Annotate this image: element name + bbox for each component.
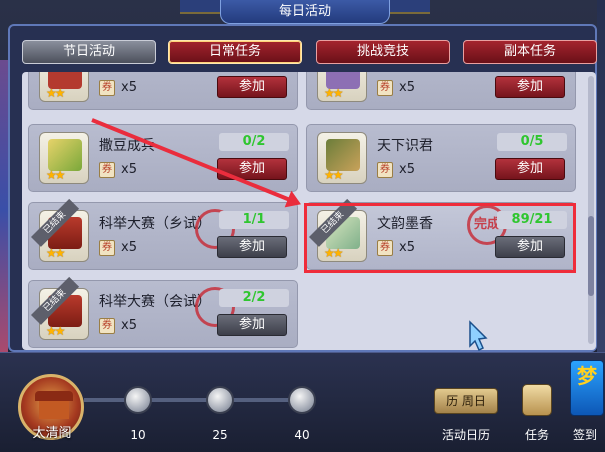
bean-soldier-icon	[48, 139, 82, 171]
palace-body-icon	[39, 401, 69, 419]
task-card-keju-hui: ★★ 已结束 科举大赛（会试） 2/2 券 x5 参加	[28, 276, 298, 348]
reward-count: x5	[399, 162, 415, 177]
task-progress: 1/1	[219, 211, 289, 229]
milestone-chest-25[interactable]	[206, 386, 234, 414]
reward-count: x5	[121, 240, 137, 255]
reward-count: x5	[121, 80, 137, 95]
window-title: 每日活动	[220, 0, 390, 24]
task-icon: ★★	[317, 72, 367, 102]
milestone-label: 10	[130, 428, 146, 442]
ticket-icon: 券	[99, 240, 115, 256]
scrollbar-thumb[interactable]	[588, 216, 594, 296]
ticket-icon: 券	[99, 318, 115, 334]
ticket-icon: 券	[99, 162, 115, 178]
task-progress: 2/2	[219, 289, 289, 307]
milestone-chest-10[interactable]	[124, 386, 152, 414]
star-rating: ★★	[46, 168, 65, 182]
reward-count: x5	[121, 318, 137, 333]
left-edge-decoration	[0, 60, 8, 360]
task-icon: ★★	[39, 72, 89, 102]
star-rating: ★★	[324, 86, 343, 100]
tab-festival[interactable]: 节日活动	[22, 40, 156, 64]
join-button[interactable]: 参加	[495, 76, 565, 98]
title-wing-left	[180, 0, 220, 14]
task-name: 撒豆成兵	[99, 138, 155, 154]
ticket-icon: 券	[99, 80, 115, 96]
milestone-label: 40	[294, 428, 310, 442]
task-label[interactable]: 任务	[518, 426, 556, 443]
task-card: ★★ 券 x5 参加	[28, 72, 298, 110]
signin-label[interactable]: 签到	[566, 426, 604, 443]
reward-count: x5	[399, 80, 415, 95]
scrollbar[interactable]	[588, 76, 594, 344]
task-progress: 0/2	[219, 133, 289, 151]
task-icon: ★★	[317, 132, 367, 184]
calendar-icon[interactable]: 历 周日	[434, 388, 498, 414]
task-progress: 0/5	[497, 133, 567, 151]
task-card-sadou: ★★ 撒豆成兵 0/2 券 x5 参加	[28, 124, 298, 192]
scholar-hat-icon	[326, 139, 360, 171]
calendar-label[interactable]: 活动日历	[428, 426, 504, 443]
milestone-label: 25	[212, 428, 228, 442]
star-rating: ★★	[324, 168, 343, 182]
join-button[interactable]: 参加	[217, 314, 287, 336]
game-screen: 每日活动 节日活动 日常任务 挑战竞技 副本任务 ★★ 券 x5 参加 ★★ 券…	[0, 0, 605, 452]
signin-icon[interactable]: 梦	[570, 360, 604, 416]
palace-label: 太清阁	[32, 426, 72, 441]
palace-roof-icon	[35, 391, 73, 401]
title-wing-right	[390, 0, 430, 14]
tab-dungeon[interactable]: 副本任务	[463, 40, 597, 64]
star-rating: ★★	[46, 86, 65, 100]
milestone-chest-40[interactable]	[288, 386, 316, 414]
task-card-tianxia: ★★ 天下识君 0/5 券 x5 参加	[306, 124, 576, 192]
cursor-pointer-icon	[469, 320, 488, 352]
join-button[interactable]: 参加	[217, 76, 287, 98]
task-name: 天下识君	[377, 138, 433, 154]
task-card: ★★ 券 x5 参加	[306, 72, 576, 110]
task-card-keju-xiang: ★★ 已结束 科举大赛（乡试） 1/1 券 x5 参加	[28, 198, 298, 270]
highlight-box	[304, 203, 576, 273]
tab-daily-tasks[interactable]: 日常任务	[168, 40, 302, 64]
ticket-icon: 券	[377, 162, 393, 178]
join-button[interactable]: 参加	[495, 158, 565, 180]
ticket-icon: 券	[377, 80, 393, 96]
join-button[interactable]: 参加	[217, 236, 287, 258]
task-scroll-icon[interactable]	[522, 384, 552, 416]
task-icon: ★★	[39, 132, 89, 184]
star-rating: ★★	[46, 324, 65, 338]
reward-count: x5	[121, 162, 137, 177]
star-rating: ★★	[46, 246, 65, 260]
activity-progress-track	[84, 398, 304, 402]
tab-challenge[interactable]: 挑战竞技	[316, 40, 450, 64]
